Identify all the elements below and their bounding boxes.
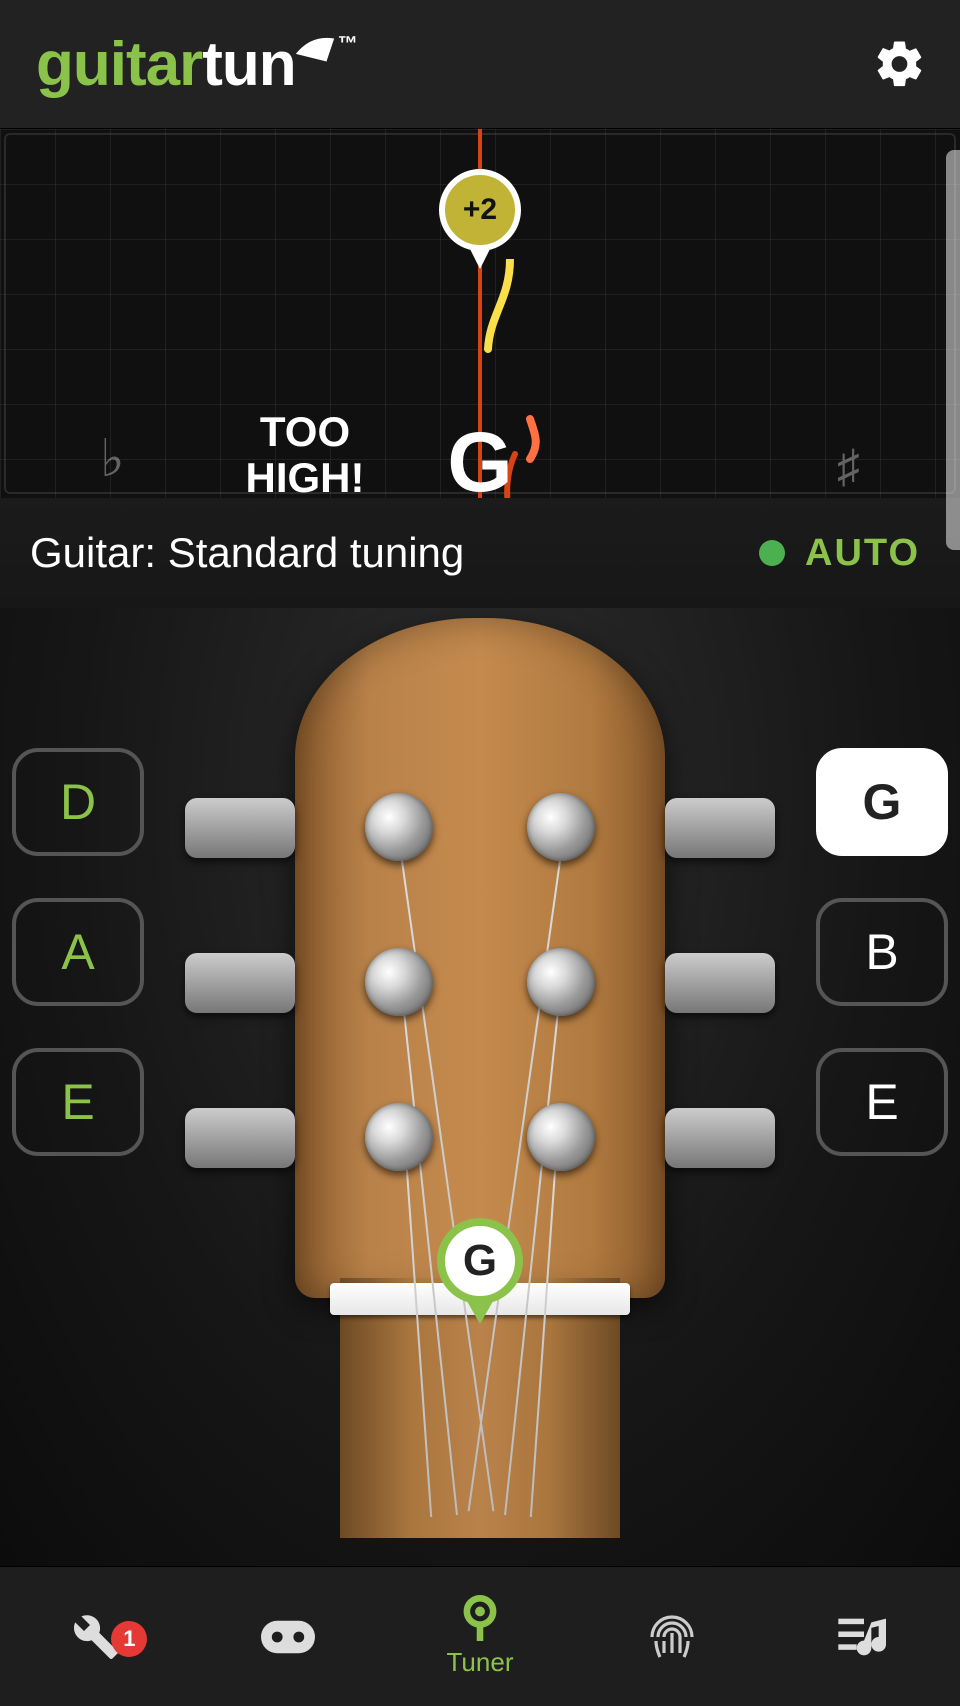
- pitch-offset-value: +2: [463, 193, 497, 227]
- scroll-indicator: [946, 150, 960, 550]
- string-button-b[interactable]: B: [816, 898, 948, 1006]
- tuning-key-icon: [665, 798, 775, 858]
- flat-symbol: ♭: [100, 429, 125, 489]
- string-button-g[interactable]: G: [816, 748, 948, 856]
- tuning-peg-icon: [365, 1103, 433, 1171]
- meter-detected-note: G: [447, 414, 512, 498]
- string-label: B: [865, 923, 898, 981]
- string-label: E: [61, 1073, 94, 1131]
- tuner-meter: +2 G TOO HIGH! ♭ ♯: [0, 128, 960, 498]
- settings-button[interactable]: [870, 34, 930, 94]
- tuning-peg-icon: [365, 793, 433, 861]
- app-header: guitartun ™: [0, 0, 960, 128]
- string-label: D: [60, 773, 96, 831]
- bottom-nav: 1 Tuner: [0, 1566, 960, 1706]
- logo-part2: tun: [202, 30, 295, 99]
- tuning-key-icon: [665, 953, 775, 1013]
- current-string-pin: G: [437, 1218, 523, 1304]
- nav-tools[interactable]: 1: [0, 1613, 192, 1661]
- playlist-icon: [838, 1615, 890, 1659]
- headstock-area: G D A E G B E: [0, 608, 960, 1566]
- nav-songs[interactable]: [768, 1615, 960, 1659]
- tuning-peg-icon: [365, 948, 433, 1016]
- logo-part1: guitar: [36, 30, 202, 99]
- pin-icon: [460, 1595, 500, 1641]
- pitch-offset-badge: +2: [439, 169, 521, 251]
- string-label: G: [863, 773, 902, 831]
- tuning-peg-icon: [527, 793, 595, 861]
- auto-status-dot: [759, 540, 785, 566]
- current-pin-label: G: [463, 1236, 497, 1286]
- meter-status-message: TOO HIGH!: [200, 409, 410, 498]
- string-label: E: [865, 1073, 898, 1131]
- string-button-d[interactable]: D: [12, 748, 144, 856]
- guitar-headstock: G: [295, 618, 665, 1398]
- fingerprint-icon: [648, 1613, 696, 1661]
- string-label: A: [61, 923, 94, 981]
- nav-chords[interactable]: [576, 1613, 768, 1661]
- nav-badge: 1: [111, 1621, 147, 1657]
- tuning-peg-icon: [527, 1103, 595, 1171]
- tuning-key-icon: [185, 798, 295, 858]
- string-button-high-e[interactable]: E: [816, 1048, 948, 1156]
- auto-mode-toggle[interactable]: AUTO: [759, 532, 920, 575]
- nav-tuner[interactable]: Tuner: [384, 1595, 576, 1678]
- logo-tm: ™: [338, 33, 357, 55]
- gear-icon: [873, 37, 927, 91]
- tuning-name-button[interactable]: Guitar: Standard tuning: [30, 529, 464, 577]
- logo-tail-icon: [292, 17, 338, 88]
- app-logo: guitartun ™: [36, 29, 357, 100]
- tuning-key-icon: [185, 953, 295, 1013]
- tuning-key-icon: [665, 1108, 775, 1168]
- nav-games[interactable]: [192, 1617, 384, 1657]
- tuning-peg-icon: [527, 948, 595, 1016]
- auto-label: AUTO: [805, 532, 920, 575]
- tuning-key-icon: [185, 1108, 295, 1168]
- nav-tuner-label: Tuner: [447, 1647, 514, 1678]
- gamepad-icon: [261, 1617, 315, 1657]
- string-button-low-e[interactable]: E: [12, 1048, 144, 1156]
- sharp-symbol: ♯: [837, 439, 860, 493]
- headstock-shape: [295, 618, 665, 1298]
- tuning-info-row: Guitar: Standard tuning AUTO: [0, 498, 960, 608]
- string-button-a[interactable]: A: [12, 898, 144, 1006]
